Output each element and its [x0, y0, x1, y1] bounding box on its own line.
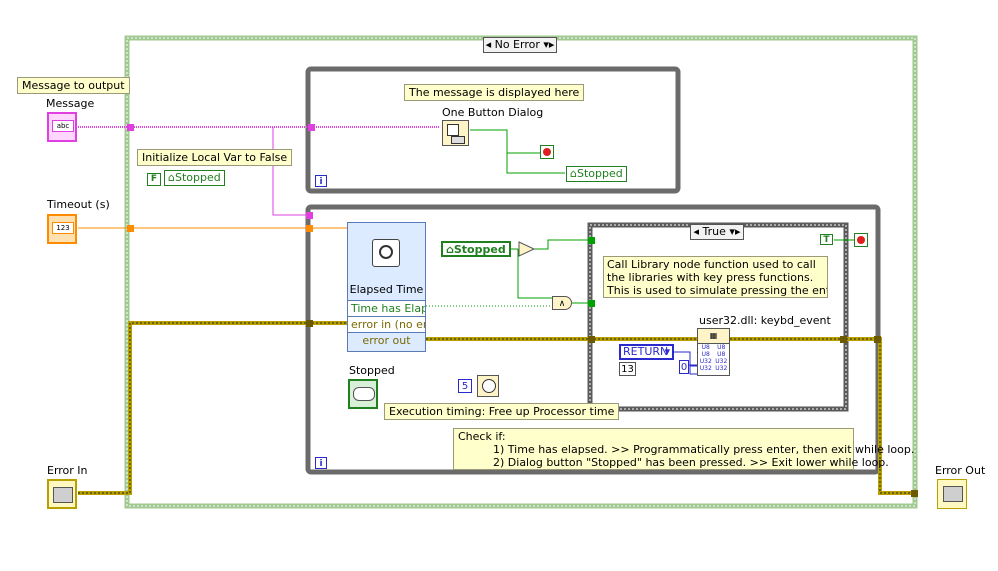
stopped-indicator-label: Stopped — [349, 364, 395, 377]
comment-call-library-line-2: the libraries with key press functions. — [607, 271, 814, 284]
param-type: U32 — [699, 358, 712, 365]
timeout-label: Timeout (s) — [47, 198, 110, 211]
chevron-down-icon[interactable]: ▾▸ — [543, 38, 554, 51]
param-type: U32 — [699, 365, 712, 372]
comment-init-local: Initialize Local Var to False — [137, 149, 293, 166]
local-var-stopped-write[interactable]: ⌂Stopped — [566, 166, 627, 182]
param-type: U32 — [715, 358, 728, 365]
dialog-icon — [447, 124, 459, 136]
home-icon: ⌂ — [168, 171, 175, 184]
clock-icon — [482, 379, 496, 393]
case-prev-icon[interactable]: ◂ — [694, 225, 700, 238]
local-var-stopped-init[interactable]: ⌂Stopped — [164, 170, 225, 186]
error-cluster-icon — [53, 487, 73, 503]
user32-label: user32.dll: keybd_event — [699, 314, 831, 327]
return-enum-constant[interactable]: RETURN ▾ — [619, 344, 674, 360]
comment-call-library: Call Library node function used to call … — [603, 256, 828, 298]
error-in-node-terminal[interactable]: error in (no err — [348, 316, 425, 332]
param-type: U32 — [715, 365, 728, 372]
string-type-icon: abc — [52, 120, 74, 132]
comment-check-line-3: 2) Dialog button "Stopped" has been pres… — [493, 456, 889, 469]
local-var-label: Stopped — [174, 171, 221, 184]
message-label: Message — [46, 97, 95, 110]
timeout-terminal[interactable]: 123 — [47, 214, 77, 244]
param-type: U8 — [717, 344, 726, 351]
string-tunnel — [127, 124, 134, 131]
true-constant[interactable]: T — [820, 234, 833, 245]
stop-terminal-icon — [854, 233, 868, 247]
chevron-down-icon[interactable]: ▾ — [664, 346, 670, 358]
or-gate-icon: ∧ — [552, 296, 572, 310]
button-icon — [451, 136, 465, 144]
comment-call-library-line-1: Call Library node function used to call — [607, 258, 816, 271]
error-in-terminal[interactable] — [47, 479, 77, 509]
elapsed-time-title: Elapsed Time — [349, 283, 424, 296]
false-constant[interactable]: F — [147, 173, 161, 186]
stop-terminal-icon — [540, 145, 554, 159]
zero-constant[interactable]: 0 — [679, 360, 689, 374]
case-selector-main-value: No Error — [494, 38, 540, 51]
comment-check-line-2: 1) Time has elapsed. >> Programmatically… — [493, 443, 915, 456]
return-enum-value: RETURN — [623, 345, 669, 358]
home-icon: ⌂ — [570, 167, 577, 180]
keybd-event-node[interactable]: ▦ U8 U8 U8 U8 U32 U32 U32 U32 — [697, 328, 730, 376]
numeric-tunnel-bottom-loop — [306, 225, 313, 232]
comment-call-library-line-3: This is used to simulate pressing the en… — [607, 284, 827, 297]
error-tunnel-bottom-out — [874, 336, 881, 343]
wait-ms-node[interactable] — [477, 375, 499, 397]
key-code-constant: 13 — [619, 362, 636, 376]
home-icon: ⌂ — [446, 243, 454, 256]
error-tunnel-out — [911, 490, 918, 497]
case-prev-icon[interactable]: ◂ — [486, 38, 492, 51]
param-type: U8 — [701, 344, 710, 351]
string-tunnel-bottom-loop — [306, 212, 313, 219]
call-library-icon: ▦ — [698, 329, 729, 344]
case-selector-inner[interactable]: ◂ True ▾▸ — [690, 224, 744, 240]
one-button-dialog-label: One Button Dialog — [442, 106, 544, 119]
comment-message-displayed: The message is displayed here — [404, 84, 585, 101]
comment-check-line-1: Check if: — [458, 430, 506, 443]
not-gate-icon — [518, 241, 536, 257]
error-tunnel-inner-in — [588, 336, 595, 343]
comment-exec-timing: Execution timing: Free up Processor time — [384, 403, 620, 420]
param-type: U8 — [701, 351, 710, 358]
keybd-event-terminals: U8 U8 U8 U8 U32 U32 U32 U32 — [698, 344, 729, 372]
boolean-tunnel-inner — [588, 300, 595, 307]
error-in-label: Error In — [47, 464, 88, 477]
message-terminal[interactable]: abc — [47, 112, 77, 142]
local-var-label: Stopped — [576, 167, 623, 180]
stopwatch-icon — [372, 239, 400, 267]
case-selector-inner-value: True — [702, 225, 726, 238]
error-out-terminal[interactable] — [937, 479, 967, 509]
led-icon — [353, 387, 375, 401]
error-cluster-icon — [943, 486, 963, 502]
elapsed-time-vi[interactable]: Elapsed Time Time has Elaps error in (no… — [347, 222, 426, 352]
local-var-stopped-read[interactable]: ⌂Stopped — [441, 241, 511, 257]
string-tunnel-top-loop — [308, 124, 315, 131]
numeric-tunnel — [127, 225, 134, 232]
one-button-dialog-node[interactable] — [442, 120, 469, 146]
numeric-type-icon: 123 — [52, 222, 74, 234]
boolean-case-selector-terminal — [588, 237, 595, 244]
error-tunnel-bottom-in — [306, 320, 313, 327]
comment-check-if: Check if: 1) Time has elapsed. >> Progra… — [453, 428, 915, 470]
local-var-label: Stopped — [453, 243, 506, 256]
iteration-terminal-top: i — [315, 175, 327, 187]
error-out-node-terminal[interactable]: error out — [348, 332, 425, 348]
chevron-down-icon[interactable]: ▾▸ — [729, 225, 740, 238]
param-type: U8 — [717, 351, 726, 358]
comment-message-to-output: Message to output — [17, 77, 130, 94]
stopped-indicator-terminal[interactable] — [348, 379, 378, 409]
string-wire — [78, 126, 440, 216]
time-has-elapsed-terminal[interactable]: Time has Elaps — [348, 300, 425, 316]
iteration-terminal-bottom: i — [315, 457, 327, 469]
error-tunnel-inner-out — [840, 336, 847, 343]
error-out-label: Error Out — [935, 464, 986, 477]
case-selector-main[interactable]: ◂ No Error ▾▸ — [483, 37, 557, 53]
wait-ms-constant[interactable]: 5 — [458, 379, 472, 393]
